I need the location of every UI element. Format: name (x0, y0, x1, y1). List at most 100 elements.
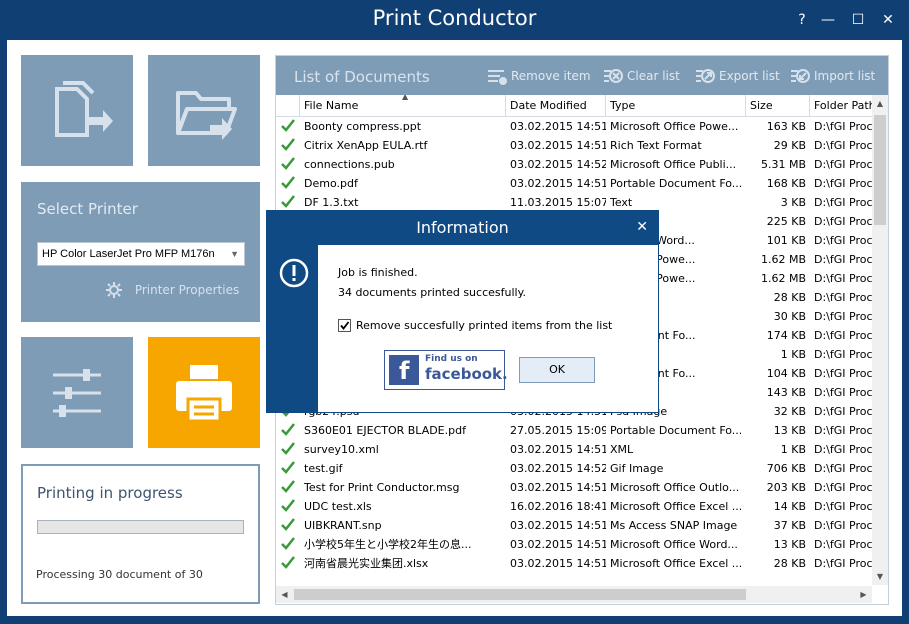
printed-check-icon (281, 119, 295, 132)
cell-folder-path: D:\fGI Proc (814, 405, 872, 418)
remove-item-label: Remove item (511, 69, 591, 83)
minimize-button[interactable]: — (818, 10, 838, 30)
print-button[interactable] (148, 337, 260, 448)
sort-ascending-icon: ▲ (402, 95, 409, 101)
column-header-size[interactable]: Size (746, 95, 810, 117)
clear-list-label: Clear list (627, 69, 680, 83)
table-row[interactable]: 小学校5年生と小学校2年生の息... 03.02.2015 14:51 Micros… (276, 535, 872, 554)
clear-list-icon (604, 69, 623, 83)
scroll-up-icon[interactable]: ▲ (872, 95, 888, 112)
cell-type: Microsoft Office Excel ... (610, 557, 743, 570)
printer-properties-button[interactable]: Printer Properties (105, 281, 239, 299)
gear-icon (106, 282, 122, 298)
help-button[interactable]: ? (792, 10, 812, 30)
cell-size: 30 KB (773, 310, 806, 323)
table-row[interactable]: survey10.xml 03.02.2015 14:51 XML 1 KB D:\fG… (276, 440, 872, 459)
cell-file-name: 小学校5年生と小学校2年生の息... (304, 538, 472, 551)
cell-folder-path: D:\fGI Proc (814, 443, 872, 456)
table-row[interactable]: Test for Print Conductor.msg 03.02.2015 1… (276, 478, 872, 497)
cell-date-modified: 03.02.2015 14:52 (510, 462, 606, 475)
printed-check-icon (281, 176, 295, 189)
dialog-message-line1: Job is finished. (338, 266, 418, 279)
vertical-scroll-thumb[interactable] (874, 115, 886, 225)
window-title: Print Conductor (372, 6, 537, 30)
settings-button[interactable] (21, 337, 133, 448)
cell-folder-path: D:\fGI Proc (814, 272, 872, 285)
table-row[interactable]: Citrix XenApp EULA.rtf 03.02.2015 14:51 Ri… (276, 136, 872, 155)
vertical-scrollbar[interactable]: ▲ ▼ (872, 95, 888, 585)
column-header-date-modified[interactable]: Date Modified (506, 95, 606, 117)
cell-date-modified: 03.02.2015 14:51 (510, 519, 606, 532)
sliders-icon (53, 369, 101, 417)
table-row[interactable]: 河南省晨光实业集团.xlsx 03.02.2015 14:51 Microsoft … (276, 554, 872, 573)
printer-select[interactable]: HP Color LaserJet Pro MFP M176n ▼ (37, 242, 245, 266)
cell-file-name: Boonty compress.ppt (304, 120, 422, 133)
cell-date-modified: 03.02.2015 14:52 (510, 158, 606, 171)
progress-bar (37, 520, 244, 534)
cell-date-modified: 03.02.2015 14:51 (510, 177, 606, 190)
printed-check-icon (281, 423, 295, 436)
cell-size: 32 KB (773, 405, 806, 418)
dialog-side-bar (267, 245, 318, 412)
remove-item-button[interactable]: Remove item (487, 66, 591, 86)
cell-file-name: UDC test.xls (304, 500, 372, 513)
printed-check-icon (281, 518, 295, 531)
import-list-icon (791, 69, 810, 83)
clear-list-button[interactable]: Clear list (603, 66, 680, 86)
scroll-down-icon[interactable]: ▼ (872, 568, 888, 585)
cell-date-modified: 03.02.2015 14:51 (510, 538, 606, 551)
cell-file-name: S360E01 EJECTOR BLADE.pdf (304, 424, 466, 437)
table-row[interactable]: connections.pub 03.02.2015 14:52 Microsoft… (276, 155, 872, 174)
table-row[interactable]: Demo.pdf 03.02.2015 14:51 Portable Documen… (276, 174, 872, 193)
export-list-label: Export list (719, 69, 780, 83)
cell-size: 174 KB (766, 329, 806, 342)
add-documents-button[interactable] (21, 55, 133, 166)
table-row[interactable]: S360E01 EJECTOR BLADE.pdf 27.05.2015 15:0… (276, 421, 872, 440)
horizontal-scrollbar[interactable]: ◀ ▶ (276, 586, 872, 603)
ok-button[interactable]: OK (519, 357, 595, 383)
import-list-button[interactable]: Import list (790, 66, 875, 86)
horizontal-scroll-thumb[interactable] (294, 589, 746, 600)
table-row[interactable]: UIBKRANT.snp 03.02.2015 14:51 Ms Access SN… (276, 516, 872, 535)
remove-printed-checkbox-label[interactable]: Remove succesfully printed items from th… (356, 319, 612, 332)
cell-size: 1 KB (780, 443, 806, 456)
cell-type: Gif Image (610, 462, 664, 475)
table-row[interactable]: UDC test.xls 16.02.2016 18:41 Microsoft Of… (276, 497, 872, 516)
cell-folder-path: D:\fGI Proc (814, 139, 872, 152)
cell-file-name: Citrix XenApp EULA.rtf (304, 139, 428, 152)
close-button[interactable]: ✕ (878, 10, 898, 30)
cell-folder-path: D:\fGI Proc (814, 215, 872, 228)
progress-status: Processing 30 document of 30 (36, 568, 203, 581)
cell-size: 3 KB (780, 196, 806, 209)
scroll-right-icon[interactable]: ▶ (855, 586, 872, 603)
cell-folder-path: D:\fGI Proc (814, 519, 872, 532)
export-list-button[interactable]: Export list (695, 66, 780, 86)
remove-item-icon (488, 70, 507, 85)
printed-check-icon (281, 499, 295, 512)
cell-folder-path: D:\fGI Proc (814, 481, 872, 494)
cell-folder-path: D:\fGI Proc (814, 500, 872, 513)
column-header-folder-path[interactable]: Folder Path (810, 95, 872, 117)
column-header-type[interactable]: Type (606, 95, 746, 117)
remove-printed-checkbox[interactable] (338, 319, 351, 332)
cell-size: 101 KB (766, 234, 806, 247)
cell-size: 203 KB (766, 481, 806, 494)
cell-folder-path: D:\fGI Proc (814, 120, 872, 133)
facebook-button[interactable]: f Find us on facebook. (384, 350, 508, 390)
printed-check-icon (281, 442, 295, 455)
cell-type: Portable Document Fo... (610, 177, 743, 190)
maximize-button[interactable]: ☐ (848, 10, 868, 30)
printed-check-icon (281, 157, 295, 170)
add-folder-button[interactable] (148, 55, 260, 166)
cell-type: Rich Text Format (610, 139, 702, 152)
column-header-row: File Name Date Modified Type Size Folder… (276, 95, 872, 117)
table-row[interactable]: Boonty compress.ppt 03.02.2015 14:51 Micro… (276, 117, 872, 136)
dialog-close-button[interactable]: ✕ (636, 219, 648, 235)
printed-check-icon (281, 195, 295, 208)
cell-folder-path: D:\fGI Proc (814, 348, 872, 361)
progress-panel: Printing in progress Processing 30 docum… (21, 464, 260, 604)
scroll-left-icon[interactable]: ◀ (276, 586, 293, 603)
table-row[interactable]: test.gif 03.02.2015 14:52 Gif Image 706 KB D… (276, 459, 872, 478)
printed-check-icon (281, 537, 295, 550)
cell-size: 28 KB (773, 291, 806, 304)
